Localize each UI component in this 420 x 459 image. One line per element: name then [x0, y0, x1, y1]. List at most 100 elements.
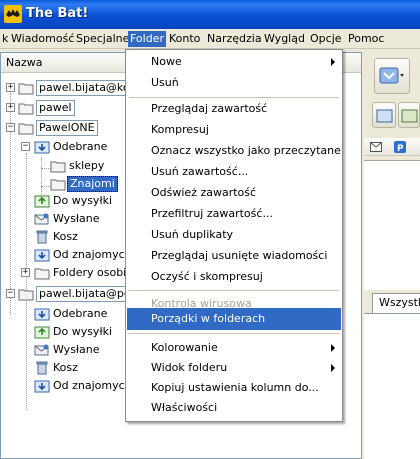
window-title: The Bat!: [26, 6, 89, 21]
menu-item-label: Przeglądaj zawartość: [151, 102, 268, 115]
tree-label: Od znajomych: [53, 379, 132, 392]
menu-pomoc[interactable]: Pomoc: [346, 31, 386, 47]
trash-icon: [36, 361, 48, 375]
tree-label: Od znajomych: [53, 248, 132, 261]
menu-item-label: Usuń zawartość...: [151, 165, 249, 178]
outbox-icon: [34, 195, 50, 208]
menu-item-kopiuj-ustawienia[interactable]: Kopiuj ustawienia kolumn do...: [127, 377, 341, 399]
tree-label: Wysłane: [53, 343, 100, 356]
tree-label: Odebrane: [53, 140, 108, 153]
menu-item-label: Przefiltruj zawartość...: [151, 207, 273, 220]
menu-item-label: Oczyść i skompresuj: [151, 270, 263, 283]
folder-dropdown-menu: Nowe Usuń Przeglądaj zawartość Kompresuj…: [125, 49, 343, 422]
menu-item-label: Widok folderu: [151, 361, 228, 374]
folder-icon: [34, 268, 50, 280]
menu-separator: [129, 290, 339, 291]
outbox-icon: [34, 326, 50, 339]
inbox-icon: [34, 380, 50, 393]
menu-item-label: Przeglądaj usunięte wiadomości: [151, 249, 328, 262]
bat-app-icon[interactable]: [4, 5, 22, 23]
menu-folder[interactable]: Folder: [128, 31, 166, 47]
message-icon: [401, 109, 418, 123]
toolbar-button[interactable]: [372, 102, 396, 128]
inbox-icon: [34, 141, 50, 154]
account-folder-icon: [18, 123, 34, 135]
menu-item-porzadki-w-folderach[interactable]: Porządki w folderach: [127, 308, 341, 330]
expand-plus-icon[interactable]: +: [6, 83, 15, 92]
message-list[interactable]: [364, 160, 420, 290]
menu-item-label: Kolorowanie: [151, 341, 218, 354]
menu-item-oczysc-skompresuj[interactable]: Oczyść i skompresuj: [127, 266, 341, 288]
menu-item-oznacz-przeczytane[interactable]: Oznacz wszystko jako przeczytane: [127, 140, 341, 162]
tree-label-selected: Znajomi: [67, 176, 118, 192]
trash-icon: [36, 230, 48, 244]
tree-label: Wysłane: [53, 212, 100, 225]
menu-item-kolorowanie[interactable]: Kolorowanie: [127, 337, 341, 359]
menu-specjalne[interactable]: Specjalne: [74, 31, 131, 47]
collapse-minus-icon[interactable]: −: [21, 142, 30, 151]
tree-label: Kosz: [53, 361, 78, 374]
menu-item-label: Kopiuj ustawienia kolumn do...: [151, 381, 319, 394]
menu-item-label: Odśwież zawartość: [151, 186, 257, 199]
expand-plus-icon[interactable]: +: [21, 268, 30, 277]
title-bar[interactable]: The Bat!: [0, 0, 420, 29]
priority-column-icon: P: [394, 141, 406, 153]
menu-item-label: Porządki w folderach: [151, 312, 266, 325]
menu-opcje[interactable]: Opcje: [308, 31, 344, 47]
tree-label: pawel: [36, 100, 75, 116]
submenu-arrow-icon: [331, 364, 335, 372]
envelope-column-icon: [370, 142, 382, 152]
collapse-minus-icon[interactable]: −: [6, 289, 15, 298]
menu-item-przegladaj-usuniete[interactable]: Przeglądaj usunięte wiadomości: [127, 245, 341, 267]
message-preview[interactable]: [364, 313, 420, 459]
menu-item-label: Nowe: [151, 55, 182, 68]
inbox-icon: [34, 308, 50, 321]
menu-narzedzia[interactable]: Narzędzia: [205, 31, 264, 47]
svg-text:P: P: [397, 144, 404, 153]
folder-icon: [50, 179, 66, 191]
message-icon: [376, 109, 393, 123]
menu-item-usun[interactable]: Usuń: [127, 72, 341, 94]
menu-item-nowe[interactable]: Nowe: [127, 51, 341, 73]
menu-item-widok-folderu[interactable]: Widok folderu: [127, 357, 341, 379]
tree-label: sklepy: [69, 159, 105, 172]
tree-label: Foldery osobist: [53, 266, 137, 279]
menu-item-odswiez-zawartosc[interactable]: Odśwież zawartość: [127, 182, 341, 204]
menu-item-label: Oznacz wszystko jako przeczytane: [151, 144, 341, 157]
menu-item-usun-duplikaty[interactable]: Usuń duplikaty: [127, 224, 341, 246]
menu-item-usun-zawartosc[interactable]: Usuń zawartość...: [127, 161, 341, 183]
submenu-arrow-icon: [331, 58, 335, 66]
account-folder-icon: [18, 103, 34, 115]
menu-bar: k Wiadomość Specjalne Folder Konto Narzę…: [0, 29, 420, 49]
account-folder-icon: [18, 83, 34, 95]
inbox-icon: [34, 249, 50, 262]
menu-konto[interactable]: Konto: [167, 31, 202, 47]
submenu-arrow-icon: [331, 344, 335, 352]
expand-plus-icon[interactable]: +: [6, 103, 15, 112]
menu-wiadomosc[interactable]: Wiadomość: [9, 31, 76, 47]
collapse-minus-icon[interactable]: −: [6, 123, 15, 132]
menu-item-przefiltruj[interactable]: Przefiltruj zawartość...: [127, 203, 341, 225]
account-folder-icon: [18, 289, 34, 301]
get-mail-button[interactable]: [374, 58, 410, 94]
menu-item-label: Kompresuj: [151, 123, 209, 136]
menu-item-label: Usuń: [151, 76, 179, 89]
tree-label: Kosz: [53, 230, 78, 243]
tree-label: Do wysyłki: [53, 194, 112, 207]
toolbar-button[interactable]: [398, 102, 420, 128]
sent-icon: [34, 213, 49, 225]
mail-download-icon: [379, 67, 404, 84]
tree-label: Odebrane: [53, 307, 108, 320]
menu-item-kompresuj[interactable]: Kompresuj: [127, 119, 341, 141]
folder-icon: [50, 161, 66, 173]
menu-item-label: Właściwości: [151, 401, 218, 414]
menu-item-wlasciwosci[interactable]: Właściwości: [127, 397, 341, 419]
menu-item-label: Usuń duplikaty: [151, 228, 234, 241]
menu-item-przegladaj-zawartosc[interactable]: Przeglądaj zawartość: [127, 98, 341, 120]
tab-wszystkie[interactable]: Wszystk: [372, 293, 420, 313]
menu-separator: [129, 333, 339, 334]
tree-label: Do wysyłki: [53, 325, 112, 338]
sent-icon: [34, 344, 49, 356]
menu-wyglad[interactable]: Wygląd: [262, 31, 307, 47]
message-list-header[interactable]: P: [364, 138, 420, 156]
